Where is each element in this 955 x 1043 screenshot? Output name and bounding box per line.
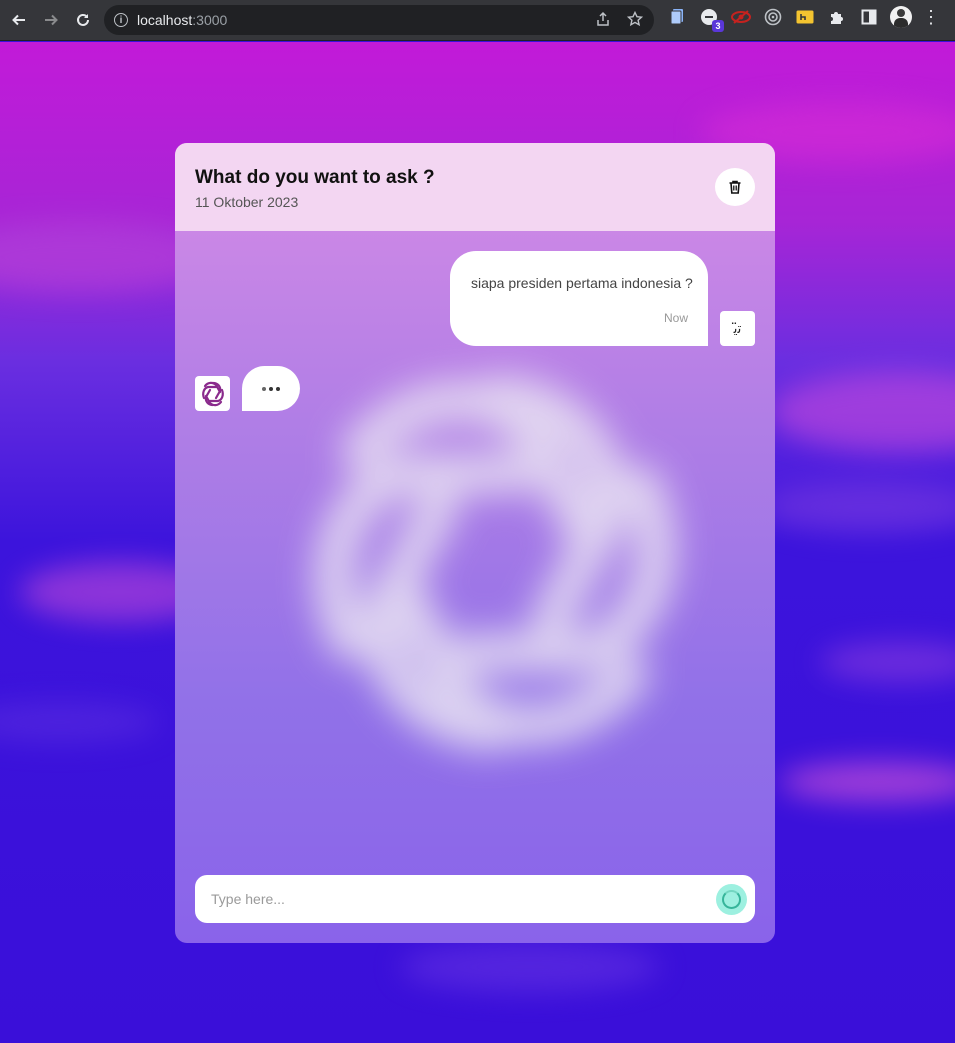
- eye-extension-icon[interactable]: [730, 6, 752, 28]
- side-panel-icon[interactable]: [858, 6, 880, 28]
- bookmark-star-icon[interactable]: [626, 10, 644, 31]
- user-message-time: Now: [663, 311, 688, 325]
- typing-dot: [269, 386, 273, 391]
- chat-card: What do you want to ask ? 11 Oktober 202…: [175, 143, 775, 943]
- url-port: :3000: [192, 12, 228, 28]
- share-icon[interactable]: [594, 11, 612, 31]
- user-message-text: siapa presiden pertama indonesia ?: [471, 275, 693, 291]
- extension-badge: 3: [712, 20, 724, 32]
- target-extension-icon[interactable]: [762, 6, 784, 28]
- reload-icon: [77, 13, 89, 26]
- forward-button[interactable]: [36, 5, 66, 35]
- chat-header: What do you want to ask ? 11 Oktober 202…: [175, 143, 775, 231]
- send-button[interactable]: [716, 884, 747, 915]
- browser-menu-icon[interactable]: ⋮: [922, 7, 940, 28]
- page-title: What do you want to ask ?: [195, 167, 435, 188]
- message-input-container: [195, 875, 755, 923]
- message-input[interactable]: [195, 875, 695, 923]
- user-avatar-text: ﺗ̈ﯾ: [733, 320, 742, 337]
- extensions-bar: 3 ⋮: [666, 6, 940, 32]
- typing-dot: [276, 386, 280, 391]
- browser-toolbar: i localhost:3000 3 ⋮: [0, 0, 955, 41]
- loading-spinner-icon: [722, 890, 741, 909]
- user-message-bubble: siapa presiden pertama indonesia ? Now: [450, 251, 708, 346]
- clear-chat-button[interactable]: [715, 168, 755, 206]
- background-openai-logo-icon: [314, 375, 676, 751]
- chat-date: 11 Oktober 2023: [195, 194, 299, 210]
- extensions-puzzle-icon[interactable]: [826, 6, 848, 28]
- back-button[interactable]: [4, 5, 34, 35]
- typing-dot: [262, 386, 266, 391]
- tab-extension-icon[interactable]: [794, 6, 816, 28]
- profile-avatar[interactable]: [890, 6, 912, 28]
- url-text: localhost:3000: [137, 12, 227, 28]
- reload-button[interactable]: [68, 5, 98, 35]
- trash-icon: [729, 180, 741, 194]
- url-host: localhost: [137, 12, 193, 28]
- typing-indicator: [242, 366, 300, 411]
- bot-avatar: [195, 376, 230, 411]
- arrow-right-icon: [45, 14, 58, 26]
- chat-extension-icon[interactable]: 3: [698, 6, 724, 32]
- user-avatar: ﺗ̈ﯾ: [720, 311, 755, 346]
- arrow-left-icon: [12, 14, 25, 26]
- address-bar[interactable]: i localhost:3000: [104, 5, 654, 35]
- openai-logo-icon: [201, 381, 224, 406]
- docs-extension-icon[interactable]: [666, 6, 688, 28]
- site-info-icon[interactable]: i: [114, 13, 128, 27]
